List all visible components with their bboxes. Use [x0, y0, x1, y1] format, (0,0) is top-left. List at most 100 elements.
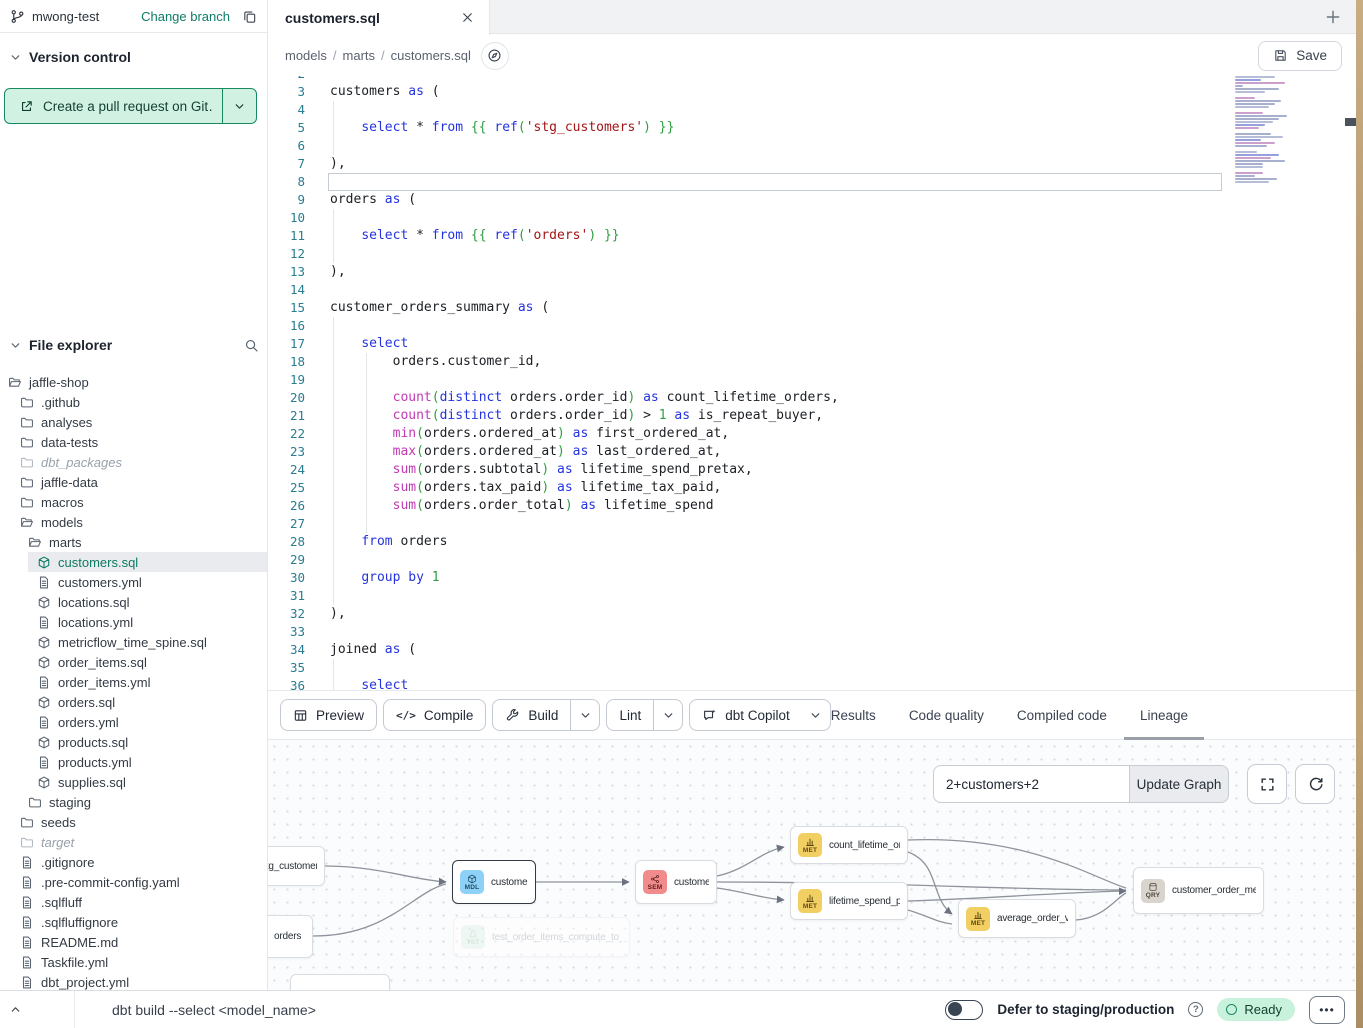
tree-item-orders-sql[interactable]: orders.sql [0, 692, 267, 712]
line-number: 32 [268, 605, 305, 623]
tree-item-analyses[interactable]: analyses [0, 412, 267, 432]
tree-item-products-sql[interactable]: products.sql [0, 732, 267, 752]
tree-item-seeds[interactable]: seeds [0, 812, 267, 832]
tree-item--github[interactable]: .github [0, 392, 267, 412]
tree-item-target[interactable]: target [0, 832, 267, 852]
lineage-node-customer-order-metrics[interactable]: QRYcustomer_order_metrics [1133, 867, 1264, 914]
change-branch-link[interactable]: Change branch [141, 9, 230, 24]
tree-item-metricflow-time-spine-sql[interactable]: metricflow_time_spine.sql [0, 632, 267, 652]
code-line-20: 20 count(distinct orders.order_id) as co… [268, 389, 1356, 407]
tree-item-data-tests[interactable]: data-tests [0, 432, 267, 452]
save-label: Save [1296, 48, 1327, 63]
tree-item-customers-sql[interactable]: customers.sql [0, 552, 267, 572]
code-token: ( [424, 84, 440, 99]
code-token: ( [400, 192, 416, 207]
lineage-node-orders[interactable]: MDLorders [268, 915, 313, 958]
node-label: test_order_items_compute_to_bools... [492, 932, 622, 943]
file-icon [20, 915, 34, 930]
copy-icon[interactable] [242, 9, 257, 24]
version-control-section-header[interactable]: Version control [0, 46, 267, 68]
tree-item--gitignore[interactable]: .gitignore [0, 852, 267, 872]
help-icon[interactable]: ? [1188, 1002, 1203, 1017]
create-pr-dropdown[interactable] [222, 89, 256, 123]
tree-item-dbt-project-yml[interactable]: dbt_project.yml [0, 972, 267, 990]
dbt-copilot-button[interactable]: dbt Copilot [689, 699, 831, 731]
breadcrumb-segment[interactable]: customers.sql [391, 48, 471, 63]
search-icon[interactable] [244, 338, 259, 353]
tree-item-taskfile-yml[interactable]: Taskfile.yml [0, 952, 267, 972]
command-text[interactable]: dbt build --select <model_name> [112, 1002, 316, 1018]
lineage-selector-input[interactable] [933, 765, 1129, 803]
tab-code-quality[interactable]: Code quality [909, 690, 984, 740]
tree-item-jaffle-shop[interactable]: jaffle-shop [0, 372, 267, 392]
more-options-button[interactable]: ••• [1309, 996, 1345, 1024]
refresh-button[interactable] [1295, 764, 1335, 804]
new-tab-button[interactable] [1310, 0, 1356, 33]
explore-button[interactable] [481, 42, 509, 70]
tree-item-label: seeds [41, 815, 76, 830]
update-graph-button[interactable]: Update Graph [1129, 765, 1229, 803]
tree-item-locations-yml[interactable]: locations.yml [0, 612, 267, 632]
tree-item-staging[interactable]: staging [0, 792, 267, 812]
tree-item-dbt-packages[interactable]: dbt_packages [0, 452, 267, 472]
code-line-3: 3customers as ( [268, 83, 1356, 101]
lineage-node-test-order-items-compute-to-bools-[interactable]: TSTtest_order_items_compute_to_bools... [453, 917, 630, 957]
code-token [330, 498, 393, 513]
close-icon[interactable] [460, 10, 475, 25]
fullscreen-button[interactable] [1247, 764, 1287, 804]
tree-item-order-items-yml[interactable]: order_items.yml [0, 672, 267, 692]
line-number: 33 [268, 623, 305, 641]
editor-scrollbar[interactable] [1345, 118, 1356, 126]
tab-results[interactable]: Results [831, 690, 876, 740]
tree-item-models[interactable]: models [0, 512, 267, 532]
preview-button[interactable]: Preview [280, 699, 377, 731]
breadcrumb-segment[interactable]: marts [343, 48, 376, 63]
code-token: count [393, 390, 432, 405]
tree-item-order-items-sql[interactable]: order_items.sql [0, 652, 267, 672]
tree-item-products-yml[interactable]: products.yml [0, 752, 267, 772]
tab-lineage[interactable]: Lineage [1140, 690, 1188, 740]
tree-item--sqlfluffignore[interactable]: .sqlfluffignore [0, 912, 267, 932]
lineage-node-average-order-value[interactable]: METaverage_order_value [958, 899, 1076, 938]
chevron-down-icon[interactable] [802, 700, 830, 730]
code-line-12: 12 [268, 245, 1356, 263]
lineage-node-count-lifetime-orders[interactable]: METcount_lifetime_orders [790, 826, 908, 864]
file-icon [37, 575, 51, 590]
tab-compiled-code[interactable]: Compiled code [1017, 690, 1107, 740]
line-number: 35 [268, 659, 305, 677]
tree-item-jaffle-data[interactable]: jaffle-data [0, 472, 267, 492]
tree-item-orders-yml[interactable]: orders.yml [0, 712, 267, 732]
file-icon [20, 975, 34, 990]
defer-toggle[interactable] [945, 1000, 983, 1020]
code-editor[interactable]: 23customers as (45 select * from {{ ref(… [268, 76, 1356, 690]
editor-tab-customers-sql[interactable]: customers.sql [268, 0, 490, 35]
file-explorer-section-header[interactable]: File explorer [0, 334, 267, 356]
compile-button[interactable]: </>Compile [383, 699, 486, 731]
breadcrumb-segment[interactable]: models [285, 48, 327, 63]
chevron-down-icon[interactable] [571, 700, 599, 730]
lineage-node-stg-customers[interactable]: MDLstg_customers [268, 846, 325, 886]
tree-item-supplies-sql[interactable]: supplies.sql [0, 772, 267, 792]
lineage-node-lifetime-spend-pretax[interactable]: METlifetime_spend_pretax [790, 882, 908, 920]
tree-item-macros[interactable]: macros [0, 492, 267, 512]
collapse-console-button[interactable] [0, 991, 75, 1028]
build-button[interactable]: Build [492, 699, 600, 731]
lint-button[interactable]: Lint [606, 699, 683, 731]
tree-item-customers-yml[interactable]: customers.yml [0, 572, 267, 592]
tree-item-marts[interactable]: marts [0, 532, 267, 552]
chevron-down-icon[interactable] [654, 700, 682, 730]
lineage-node-customers[interactable]: MDLcustomers [452, 860, 536, 904]
tree-item--sqlfluff[interactable]: .sqlfluff [0, 892, 267, 912]
node-label: customers [674, 877, 709, 888]
editor-toolbar: Preview</>CompileBuildLintdbt Copilot Re… [268, 690, 1356, 740]
tree-item--pre-commit-config-yaml[interactable]: .pre-commit-config.yaml [0, 872, 267, 892]
save-button[interactable]: Save [1258, 41, 1342, 71]
tree-item-readme-md[interactable]: README.md [0, 932, 267, 952]
model-icon [37, 775, 51, 790]
tree-item-locations-sql[interactable]: locations.sql [0, 592, 267, 612]
code-line-8: 8 [268, 173, 1356, 191]
create-pr-button[interactable]: Create a pull request on Git… [4, 88, 257, 124]
model-icon [37, 695, 51, 710]
lineage-node-customers[interactable]: SEMcustomers [635, 860, 717, 904]
line-number: 36 [268, 677, 305, 690]
